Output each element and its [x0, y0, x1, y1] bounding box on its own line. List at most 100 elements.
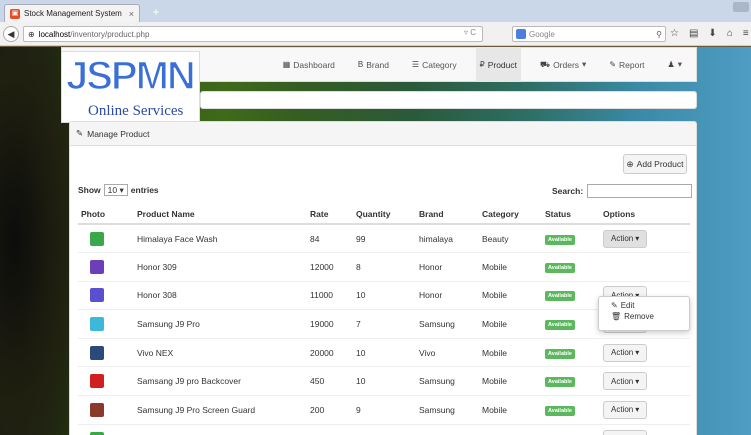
- google-icon: [516, 29, 526, 39]
- action-button[interactable]: Action▾: [603, 429, 648, 435]
- remove-menu-item[interactable]: 🗑 Remove: [599, 311, 689, 322]
- menu-icon[interactable]: ≡: [743, 28, 749, 39]
- rate: 84: [307, 223, 353, 253]
- brand-icon: B: [357, 60, 364, 69]
- bookmark-star-icon[interactable]: ☆: [670, 28, 679, 39]
- col-product-name[interactable]: Product Name: [134, 204, 307, 225]
- status-cell: Available: [542, 223, 600, 253]
- reload-icon[interactable]: ▿ C: [464, 28, 476, 37]
- caret-down-icon: ▾: [635, 405, 640, 415]
- action-label: Action: [611, 234, 634, 244]
- caret-down-icon: ▾: [635, 234, 640, 244]
- search-icon[interactable]: ⚲: [656, 30, 662, 39]
- browser-search[interactable]: Google ⚲: [512, 26, 666, 42]
- caret-down-icon: ▾: [677, 59, 682, 69]
- download-icon[interactable]: ⬇: [708, 28, 716, 39]
- caret-down-icon: ▾: [635, 348, 640, 358]
- search-label: Search:: [552, 186, 584, 196]
- edit-label: Edit: [620, 301, 635, 310]
- globe-icon: ⊕: [28, 29, 35, 39]
- breadcrumb-strip: [200, 91, 697, 109]
- nav-brand-label: Brand: [366, 59, 389, 70]
- options-cell: Action▾: [600, 395, 690, 425]
- category: Mobile: [479, 395, 542, 425]
- product-photo: [90, 259, 104, 274]
- action-button[interactable]: Action▾: [603, 372, 648, 391]
- browser-icons: ☆ ▤ ⬇ ⌂ ≡: [670, 28, 749, 39]
- photo-cell: [78, 309, 134, 339]
- window-button[interactable]: [733, 2, 749, 12]
- back-icon[interactable]: ◀: [3, 26, 19, 42]
- browser-search-placeholder: Google: [529, 29, 555, 39]
- logo-sub: Online Services: [88, 103, 184, 119]
- status-cell: Available: [542, 309, 600, 339]
- nav-user[interactable]: ♟ ▾: [664, 47, 686, 82]
- product-photo: [90, 402, 104, 417]
- col-quantity[interactable]: Quantity: [353, 204, 416, 225]
- entries-select[interactable]: 10 ▾: [103, 184, 128, 196]
- options-cell: Action▾: [600, 223, 690, 253]
- nav-brand[interactable]: B Brand: [354, 47, 393, 82]
- home-icon[interactable]: ⌂: [727, 28, 733, 39]
- show-label: Show: [78, 185, 101, 195]
- browser-tab-bar: ▣ Stock Management System × +: [0, 0, 751, 22]
- nav-product-label: Product: [487, 59, 517, 70]
- col-options[interactable]: Options: [600, 204, 690, 225]
- panel-heading: ✎ Manage Product: [70, 122, 696, 146]
- action-label: Action: [611, 348, 634, 358]
- status-badge: Available: [545, 262, 575, 273]
- quantity: 10: [353, 423, 416, 435]
- action-button[interactable]: Action▾: [603, 229, 648, 248]
- action-button[interactable]: Action▾: [603, 400, 648, 419]
- photo-cell: [78, 423, 134, 435]
- nav-report[interactable]: ✎ Report: [605, 47, 648, 82]
- entries-label: entries: [130, 185, 159, 195]
- table-row: Honor 309 12000 8 Honor Mobile Available: [78, 252, 690, 282]
- status-cell: Available: [542, 366, 600, 396]
- brand: Vivo: [416, 337, 479, 367]
- col-photo[interactable]: Photo: [78, 204, 134, 225]
- rate: 12000: [307, 252, 353, 282]
- col-status[interactable]: Status: [542, 204, 600, 225]
- new-tab-icon[interactable]: +: [148, 5, 164, 19]
- reading-list-icon[interactable]: ▤: [689, 28, 698, 39]
- caret-down-icon: ▾: [635, 376, 640, 386]
- options-cell: Action▾: [600, 366, 690, 396]
- nav-orders[interactable]: ⛟ Orders ▾: [536, 47, 590, 82]
- product-photo: [90, 345, 104, 360]
- product-photo: [90, 231, 104, 246]
- edit-menu-item[interactable]: ✎ Edit: [599, 300, 689, 311]
- favicon-icon: ▣: [10, 8, 20, 19]
- category: Mobile: [479, 366, 542, 396]
- options-cell: [600, 252, 690, 282]
- brand: Honor: [416, 280, 479, 310]
- nav-category[interactable]: ☰ Category: [408, 47, 461, 82]
- manage-product-panel: ✎ Manage Product ⊕ Add Product Show 10 ▾…: [69, 121, 697, 435]
- nav-dashboard[interactable]: ▦ Dashboard: [279, 47, 339, 82]
- entries-control: Show 10 ▾ entries: [78, 184, 159, 196]
- add-product-button[interactable]: ⊕ Add Product: [623, 154, 687, 174]
- rate: 200: [307, 395, 353, 425]
- brand: himalaya: [416, 423, 479, 435]
- close-tab-icon[interactable]: ×: [129, 9, 134, 19]
- panel-title: Manage Product: [87, 128, 150, 139]
- nav-product[interactable]: ₽ Product: [475, 47, 521, 82]
- quantity: 9: [353, 395, 416, 425]
- status-badge: Available: [545, 377, 575, 388]
- product-name: Samsang J9 pro Backcover: [134, 366, 307, 396]
- quantity: 10: [353, 337, 416, 367]
- search-input[interactable]: [587, 184, 693, 198]
- col-rate[interactable]: Rate: [307, 204, 353, 225]
- product-name: Honor 308: [134, 280, 307, 310]
- category: Mobile: [479, 280, 542, 310]
- address-bar[interactable]: ⊕ localhost/inventory/product.php ▿ C: [23, 26, 483, 42]
- col-brand[interactable]: Brand: [416, 204, 479, 225]
- category: Mobile: [479, 309, 542, 339]
- rate: 450: [307, 366, 353, 396]
- action-button[interactable]: Action▾: [603, 343, 648, 362]
- browser-tab[interactable]: ▣ Stock Management System ×: [4, 4, 140, 22]
- col-category[interactable]: Category: [479, 204, 542, 225]
- browser-toolbar: ◀ ⊕ localhost/inventory/product.php ▿ C …: [0, 22, 751, 46]
- table-row: Samsang J9 pro Backcover 450 10 Samsung Mobi…: [78, 366, 690, 396]
- product-photo: [90, 317, 104, 332]
